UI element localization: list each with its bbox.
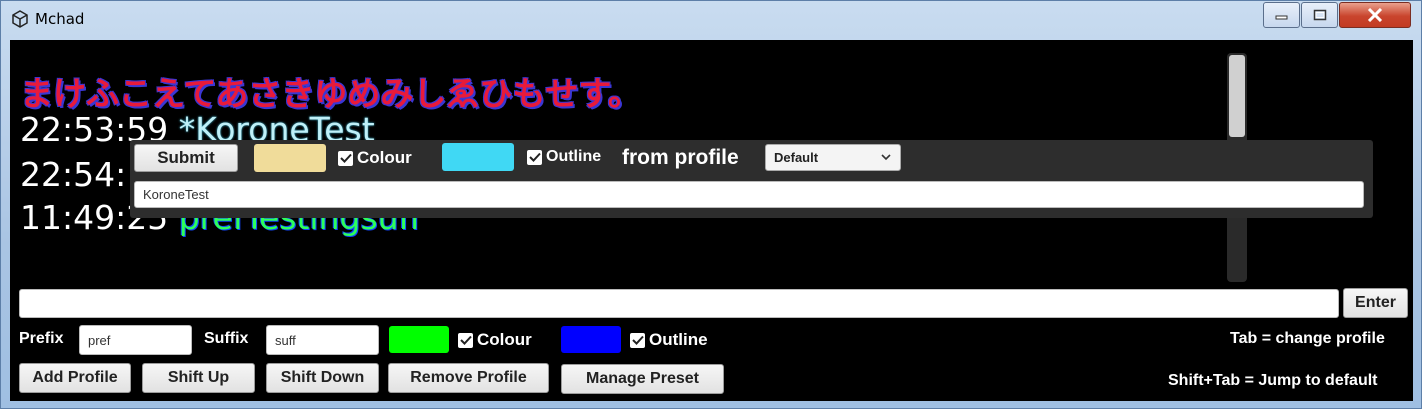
outline-colour-swatch[interactable] (442, 143, 514, 171)
colour-checkbox[interactable]: Colour (338, 148, 412, 168)
checkbox-checked-icon (630, 332, 645, 348)
name-colour-swatch[interactable] (254, 144, 326, 172)
outline-checkbox[interactable]: Outline (527, 148, 601, 166)
maximize-button[interactable] (1301, 2, 1338, 28)
tab-hint: Tab = change profile (1230, 330, 1385, 347)
edit-entry-popup: Submit Colour Outline from profile Defau… (130, 140, 1373, 218)
suffix-input[interactable]: suff (266, 325, 379, 355)
name-edit-input[interactable]: KoroneTest (134, 181, 1364, 208)
checkbox-checked-icon (338, 150, 353, 166)
chat-time: 22:54: (20, 155, 127, 194)
shift-tab-hint: Shift+Tab = Jump to default (1168, 372, 1378, 389)
chat-input[interactable] (19, 289, 1339, 318)
maximize-icon (1313, 9, 1326, 21)
checkbox-checked-icon (458, 332, 473, 348)
remove-profile-button[interactable]: Remove Profile (388, 363, 549, 393)
profile-select[interactable]: Default (765, 144, 901, 171)
submit-button[interactable]: Submit (134, 144, 238, 172)
name-edit-value: KoroneTest (143, 187, 209, 202)
checkbox-checked-icon (527, 149, 542, 165)
close-icon (1367, 8, 1383, 22)
shift-up-button[interactable]: Shift Up (142, 363, 255, 393)
from-profile-label: from profile (622, 146, 739, 169)
minimize-icon (1275, 15, 1287, 20)
app-window: Mchad まけふこえてあさきゆめみしゑひもせす。 22:53:59 *Koro… (0, 0, 1422, 409)
profile-outline-checkbox[interactable]: Outline (630, 330, 708, 350)
suffix-label: Suffix (204, 330, 249, 347)
shift-down-button[interactable]: Shift Down (266, 363, 379, 393)
chat-scrollbar-thumb[interactable] (1229, 55, 1245, 137)
profile-colour-swatch[interactable] (389, 326, 449, 353)
prefix-input[interactable]: pref (79, 325, 192, 355)
title-bar[interactable]: Mchad (1, 1, 1421, 39)
profile-colour-checkbox[interactable]: Colour (458, 330, 532, 350)
enter-button[interactable]: Enter (1343, 288, 1408, 318)
outline-checkbox-label: Outline (546, 148, 602, 165)
window-title: Mchad (35, 10, 85, 28)
add-profile-button[interactable]: Add Profile (19, 363, 131, 393)
close-button[interactable] (1339, 2, 1411, 28)
minimize-button[interactable] (1263, 2, 1300, 28)
manage-preset-button[interactable]: Manage Preset (561, 364, 724, 394)
unity-icon (12, 10, 28, 28)
chevron-down-icon (881, 154, 891, 161)
chat-line-header: まけふこえてあさきゆめみしゑひもせす。 (20, 74, 642, 113)
colour-checkbox-label: Colour (357, 148, 412, 167)
chat-panel: まけふこえてあさきゆめみしゑひもせす。 22:53:59 *KoroneTest… (10, 40, 1413, 401)
profile-outline-swatch[interactable] (561, 326, 621, 353)
prefix-label: Prefix (19, 330, 64, 347)
profile-select-value: Default (774, 150, 819, 165)
chat-line: 22:54: (20, 155, 126, 194)
